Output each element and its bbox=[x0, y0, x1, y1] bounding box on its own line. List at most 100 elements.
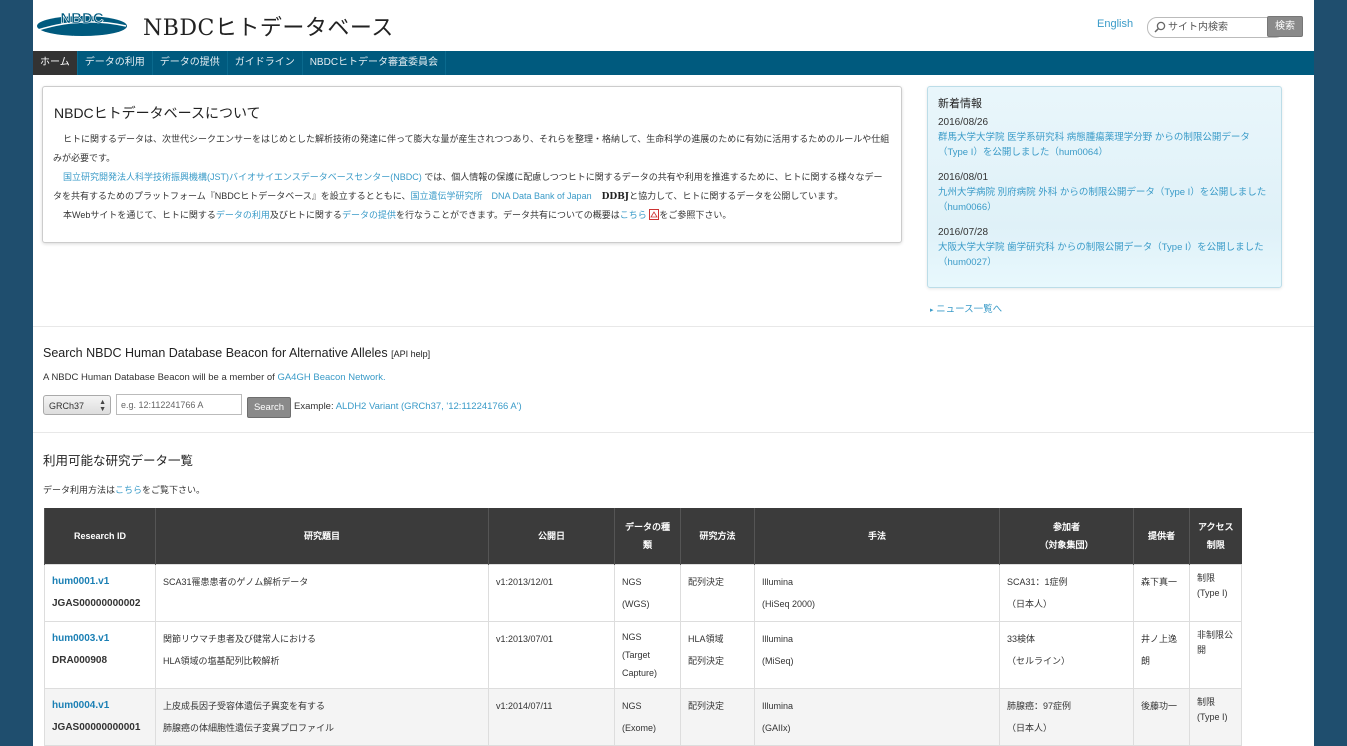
nav-review-committee[interactable]: NBDCヒトデータ審査委員会 bbox=[303, 51, 447, 75]
english-link[interactable]: English bbox=[1097, 18, 1133, 30]
news-item-link[interactable]: 大阪大学大学院 歯学研究科 からの制限公開データ（Type I）を公開しました（… bbox=[938, 240, 1268, 270]
api-help-link[interactable]: API help bbox=[394, 349, 428, 359]
datasets-note-text-1: データ利用方法は bbox=[43, 485, 116, 495]
nav-data-submission[interactable]: データの提供 bbox=[153, 51, 228, 75]
accession-id: DRA000908 bbox=[52, 655, 108, 666]
participants-line: 肺腺癌：97症例 bbox=[1007, 701, 1072, 711]
triangle-right-icon: ▸ bbox=[930, 307, 934, 314]
site-title: NBDCヒトデータベース bbox=[143, 16, 394, 41]
news-panel: 新着情報 2016/08/26 群馬大学大学院 医学系研究科 病態腫瘍薬理学分野… bbox=[927, 86, 1282, 288]
news-item-link[interactable]: 九州大学病院 別府病院 外科 からの制限公開データ（Type I）を公開しました… bbox=[938, 185, 1268, 215]
cell-access: 制限 (Type I) bbox=[1189, 688, 1242, 746]
select-arrows-icon: ▲ ▼ bbox=[99, 399, 106, 413]
technique-line: (GAIIx) bbox=[762, 723, 791, 733]
cell-research-id: hum0003.v1 DRA000908 bbox=[44, 621, 156, 689]
news-item-link[interactable]: 群馬大学大学院 医学系研究科 病態腫瘍薬理学分野 からの制限公開データ（Type… bbox=[938, 130, 1268, 160]
nav-home[interactable]: ホーム bbox=[33, 51, 78, 75]
participants-line: 33検体 bbox=[1007, 634, 1036, 644]
search-icon bbox=[1154, 21, 1166, 33]
col-method[interactable]: 研究方法 bbox=[680, 508, 755, 565]
cell-research-id: hum0004.v1 JGAS00000000001 bbox=[44, 688, 156, 746]
table-header-row: Research ID 研究題目 公開日 データの種類 研究方法 手法 参加者 （… bbox=[44, 508, 1242, 565]
cell-research-id: hum0001.v1 JGAS00000000002 bbox=[44, 564, 156, 622]
col-data-type-line-2: 類 bbox=[642, 540, 652, 550]
data-type-line: (WGS) bbox=[622, 599, 650, 609]
example-link[interactable]: ALDH2 Variant (GRCh37, '12:112241766 A') bbox=[336, 401, 522, 412]
data-submission-link[interactable]: データの提供 bbox=[342, 210, 396, 220]
divider bbox=[33, 326, 1314, 327]
cell-access: 制限 (Type I) bbox=[1189, 564, 1242, 622]
research-id-link[interactable]: hum0004.v1 bbox=[52, 695, 148, 717]
research-id-link[interactable]: hum0003.v1 bbox=[52, 628, 148, 650]
cell-method: 配列決定 bbox=[680, 688, 755, 746]
col-access[interactable]: アクセス 制限 bbox=[1189, 508, 1242, 565]
data-use-link[interactable]: データの利用 bbox=[216, 210, 270, 220]
cell-date: v1:2013/07/01 bbox=[488, 621, 615, 689]
cell-participants: 33検体 （セルライン） bbox=[999, 621, 1134, 689]
research-id-link[interactable]: hum0001.v1 bbox=[52, 571, 148, 593]
beacon-search-button[interactable]: Search bbox=[247, 397, 291, 418]
technique-line: Illumina bbox=[762, 577, 794, 587]
logo-text: NBDC bbox=[60, 10, 103, 27]
col-data-type-line-1: データの種 bbox=[624, 522, 670, 532]
beacon-title: Search NBDC Human Database Beacon for Al… bbox=[43, 346, 430, 360]
news-title: 新着情報 bbox=[938, 98, 982, 110]
beacon-description: A NBDC Human Database Beacon will be a m… bbox=[43, 372, 386, 383]
title-line: SCA31罹患患者のゲノム解析データ bbox=[163, 577, 309, 587]
col-provider[interactable]: 提供者 bbox=[1133, 508, 1190, 565]
access-line: (Type I) bbox=[1197, 588, 1228, 598]
data-type-line: NGS bbox=[622, 701, 642, 711]
api-bracket-close: ] bbox=[427, 349, 431, 359]
col-research-id[interactable]: Research ID bbox=[44, 508, 156, 565]
variant-input[interactable] bbox=[116, 394, 242, 415]
site-search-button[interactable]: 検索 bbox=[1267, 16, 1303, 37]
accession-id: JGAS00000000001 bbox=[52, 722, 141, 733]
news-date: 2016/07/28 bbox=[938, 227, 989, 238]
access-line: 制限 bbox=[1197, 573, 1216, 583]
example-label: Example: bbox=[294, 401, 336, 412]
col-participants[interactable]: 参加者 （対象集団） bbox=[999, 508, 1134, 565]
jst-nbdc-link[interactable]: 国立研究開発法人科学技術振興機構(JST)バイオサイエンスデータベースセンター(… bbox=[63, 172, 422, 182]
site-search bbox=[1147, 17, 1285, 38]
news-list-link[interactable]: ▸ ニュース一覧へ bbox=[930, 301, 1002, 315]
data-type-line: NGS bbox=[622, 577, 642, 587]
cell-participants: 肺腺癌：97症例 （日本人） bbox=[999, 688, 1134, 746]
col-release-date[interactable]: 公開日 bbox=[488, 508, 615, 565]
cell-date: v1:2013/12/01 bbox=[488, 564, 615, 622]
ga4gh-link[interactable]: GA4GH Beacon Network. bbox=[277, 372, 385, 383]
datasets-note-text-2: をご覧下さい。 bbox=[142, 485, 206, 495]
data-type-line: (Exome) bbox=[622, 723, 657, 733]
about-panel: NBDCヒトデータベースについて ヒトに関するデータは、次世代シークエンサーをは… bbox=[42, 86, 902, 243]
table-row: hum0001.v1 JGAS00000000002 SCA31罹患患者のゲノム解… bbox=[44, 564, 1242, 622]
col-technique[interactable]: 手法 bbox=[754, 508, 1000, 565]
cell-method: HLA領域 配列決定 bbox=[680, 621, 755, 689]
about-p3-text-3: を行なうことができます。データ共有についての概要は bbox=[395, 210, 620, 220]
main-nav: ホーム データの利用 データの提供 ガイドライン NBDCヒトデータ審査委員会 bbox=[33, 51, 1314, 75]
col-title[interactable]: 研究題目 bbox=[155, 508, 489, 565]
title-line: 上皮成長因子受容体遺伝子異変を有する bbox=[163, 701, 326, 711]
overview-link[interactable]: こちら bbox=[620, 210, 647, 220]
cell-participants: SCA31：1症例 （日本人） bbox=[999, 564, 1134, 622]
data-use-method-link[interactable]: こちら bbox=[115, 485, 142, 495]
news-date: 2016/08/01 bbox=[938, 172, 989, 183]
site-search-input[interactable] bbox=[1147, 17, 1285, 38]
participants-line: SCA31：1症例 bbox=[1007, 577, 1068, 587]
nbdc-logo[interactable]: NBDC National Bioscience Database Center bbox=[36, 8, 128, 42]
pdf-icon bbox=[649, 209, 660, 220]
technique-line: Illumina bbox=[762, 701, 794, 711]
nav-guidelines[interactable]: ガイドライン bbox=[228, 51, 303, 75]
datasets-note: データ利用方法はこちらをご覧下さい。 bbox=[43, 483, 205, 496]
cell-provider: 井ノ上逸朗 bbox=[1133, 621, 1190, 689]
beacon-example: Example: ALDH2 Variant (GRCh37, '12:1122… bbox=[294, 401, 522, 412]
col-data-type[interactable]: データの種類 bbox=[614, 508, 681, 565]
cell-method: 配列決定 bbox=[680, 564, 755, 622]
participants-line: （セルライン） bbox=[1007, 656, 1071, 666]
reference-select[interactable]: GRCh37 ▲ ▼ bbox=[43, 395, 111, 415]
nig-ddbj-link[interactable]: 国立遺伝学研究所 DNA Data Bank of Japan bbox=[411, 191, 592, 201]
cell-data-type: NGS (WGS) bbox=[614, 564, 681, 622]
cell-title: 上皮成長因子受容体遺伝子異変を有する 肺腺癌の体細胞性遺伝子変異プロファイル bbox=[155, 688, 489, 746]
nav-data-use[interactable]: データの利用 bbox=[78, 51, 153, 75]
about-p2-text-2: と協力して、ヒトに関するデータを公開しています。 bbox=[629, 191, 844, 201]
about-p3-text-4: をご参照下さい。 bbox=[659, 210, 732, 220]
access-line: (Type I) bbox=[1197, 712, 1228, 722]
